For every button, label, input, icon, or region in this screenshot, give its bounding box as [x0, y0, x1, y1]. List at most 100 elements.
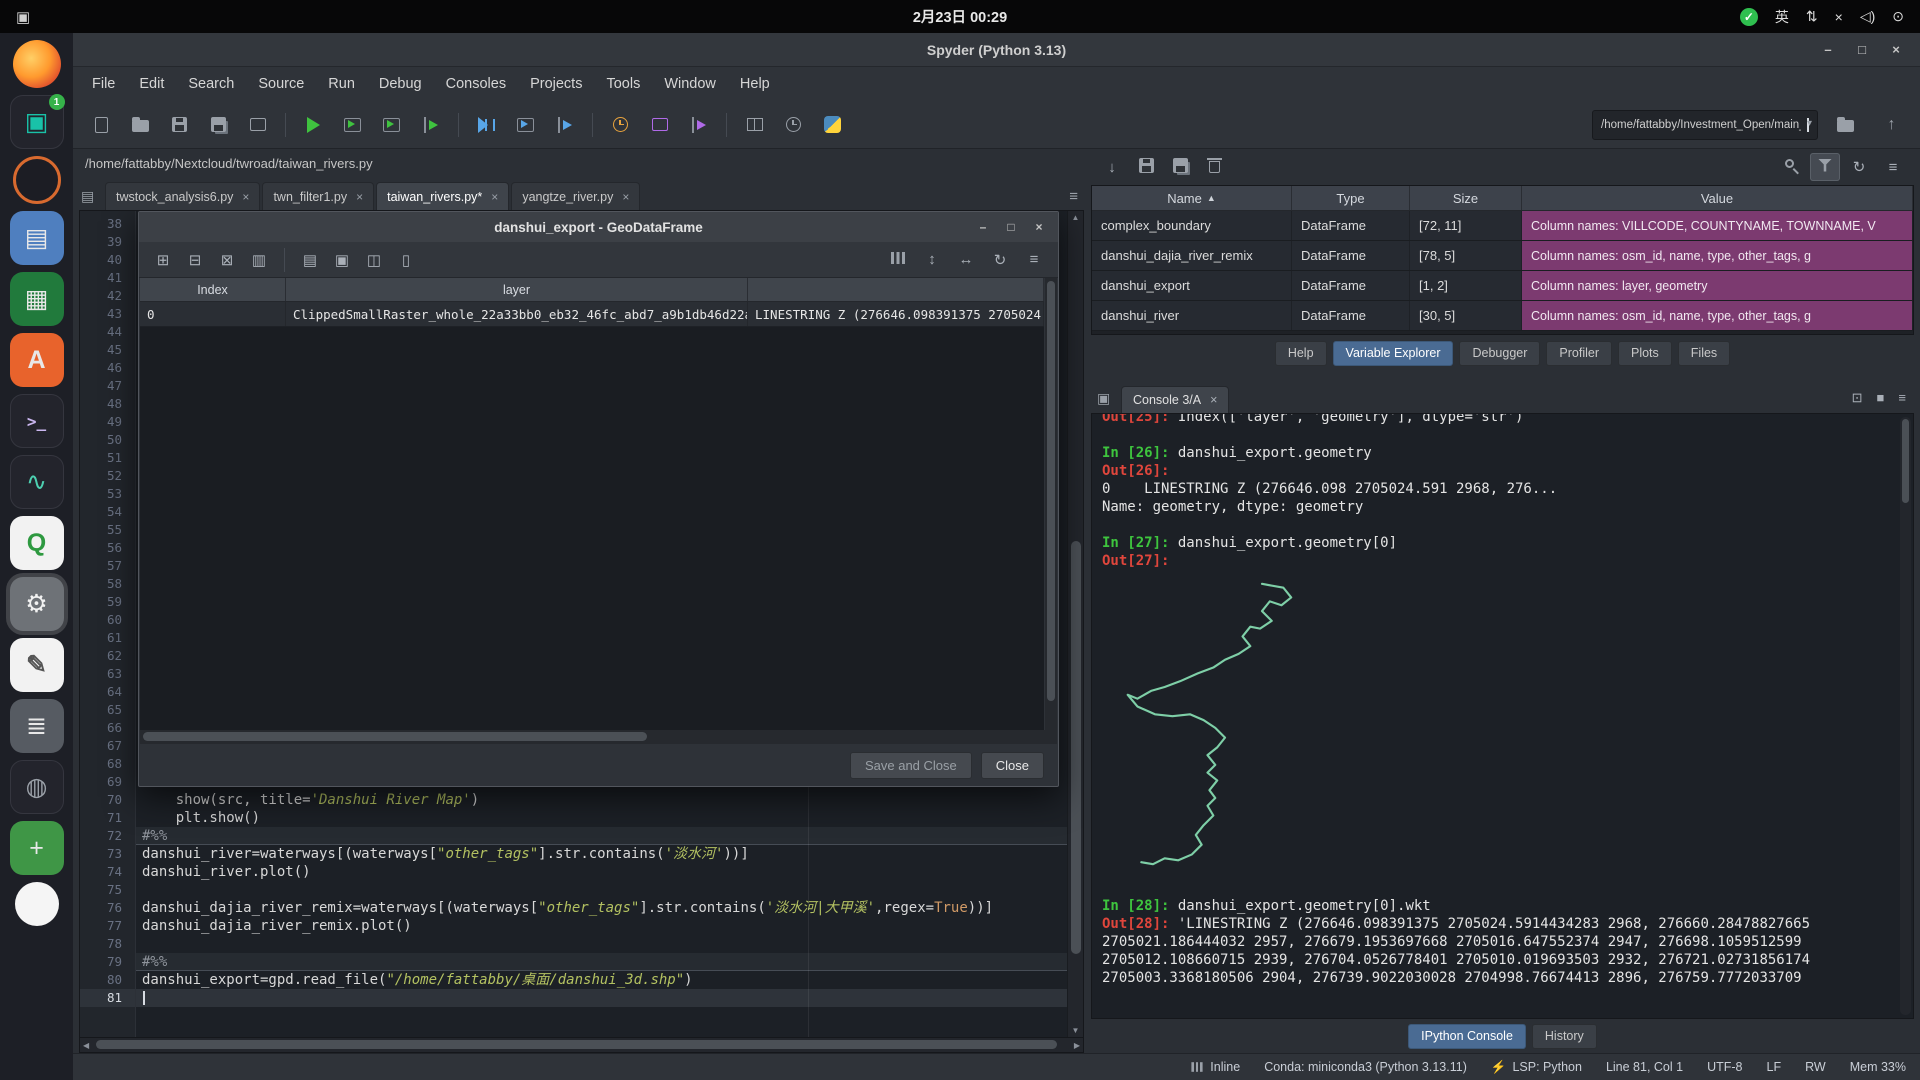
debug-file-button[interactable] [468, 106, 505, 143]
variable-row[interactable]: complex_boundaryDataFrame[72, 11]Column … [1092, 211, 1913, 241]
editor-tab[interactable]: yangtze_river.py× [511, 182, 640, 210]
software-center-icon[interactable] [13, 156, 61, 204]
insert-row-above-button[interactable]: ⊞ [149, 246, 177, 274]
window-titlebar[interactable]: Spyder (Python 3.13) –□× [73, 33, 1920, 67]
parent-directory-button[interactable]: ↑ [1873, 106, 1910, 143]
column-header-value[interactable]: Value [1522, 186, 1913, 210]
preferences-button[interactable] [775, 106, 812, 143]
settings-icon[interactable]: ⚙ [10, 577, 64, 631]
open-file-button[interactable] [122, 106, 159, 143]
menu-debug[interactable]: Debug [368, 72, 433, 96]
save-data-button[interactable] [1131, 153, 1161, 181]
insert-col-right-icon[interactable]: ▤ [303, 251, 317, 269]
power-icon[interactable]: ⊙ [1892, 8, 1904, 25]
debug-selection-button[interactable] [546, 106, 583, 143]
search-icon[interactable] [1785, 159, 1798, 176]
remove-variable-icon[interactable] [1209, 158, 1220, 177]
pythonpath-button[interactable] [814, 106, 851, 143]
remove-col-button[interactable]: ▯ [392, 246, 420, 274]
duplicate-row-icon[interactable]: ▣ [335, 251, 349, 269]
resize-rows-icon[interactable]: ↕ [928, 251, 936, 268]
debug-cell-button[interactable] [507, 106, 544, 143]
text-editor-icon[interactable]: ✎ [10, 638, 64, 692]
save-all-button[interactable] [200, 106, 237, 143]
histogram-button[interactable] [884, 246, 912, 274]
tab-profiler[interactable]: Profiler [1546, 341, 1612, 366]
variable-value-cell[interactable]: Column names: osm_id, name, type, other_… [1522, 301, 1913, 330]
row-index-cell[interactable]: 0 [140, 302, 286, 326]
filter-icon[interactable] [1818, 159, 1832, 176]
import-data-button[interactable]: ↓ [1097, 153, 1127, 181]
refresh-button[interactable]: ↻ [986, 246, 1014, 274]
variable-name-cell[interactable]: danshui_export [1092, 271, 1292, 300]
duplicate-row-button[interactable]: ▣ [328, 246, 356, 274]
maximize-button[interactable]: □ [1846, 37, 1878, 63]
console-output[interactable]: Out[25]: Index(['layer', 'geometry'], dt… [1091, 413, 1914, 1019]
variable-row[interactable]: danshui_dajia_river_remixDataFrame[78, 5… [1092, 241, 1913, 271]
run-selection-button[interactable] [412, 106, 449, 143]
tab-files[interactable]: Files [1678, 341, 1730, 366]
remove-row-icon[interactable]: ⊠ [221, 251, 234, 269]
accessibility-icon[interactable]: ⇅ [1806, 8, 1818, 25]
import-data-icon[interactable]: ↓ [1108, 159, 1116, 176]
editor-tab[interactable]: twn_filter1.py× [262, 182, 374, 210]
close-button[interactable]: × [1880, 37, 1912, 63]
variable-size-cell[interactable]: [78, 5] [1410, 241, 1522, 270]
insert-col-left-button[interactable]: ▥ [245, 246, 273, 274]
libreoffice-calc-icon[interactable]: ▦ [10, 272, 64, 326]
save-data-as-button[interactable] [1165, 153, 1195, 181]
close-icon[interactable]: × [491, 190, 498, 204]
dialog-horizontal-scrollbar[interactable] [140, 730, 1057, 744]
tab-variable-explorer[interactable]: Variable Explorer [1333, 341, 1454, 366]
layer-cell[interactable]: ClippedSmallRaster_whole_22a33bb0_eb32_4… [286, 302, 748, 326]
encoding-status[interactable]: UTF-8 [1707, 1060, 1742, 1074]
system-monitor-icon[interactable]: ∿ [10, 455, 64, 509]
browse-directory-button[interactable] [1827, 106, 1864, 143]
system-app-icon[interactable]: ▣ [16, 8, 30, 26]
insert-row-above-icon[interactable]: ⊞ [157, 251, 170, 269]
column-header-index[interactable]: Index [140, 278, 286, 301]
variable-row[interactable]: danshui_riverDataFrame[30, 5]Column name… [1092, 301, 1913, 331]
remove-variable-button[interactable] [1199, 153, 1229, 181]
interrupt-kernel-button[interactable]: ■ [1877, 390, 1885, 406]
database-icon[interactable]: ≣ [10, 699, 64, 753]
permissions-status[interactable]: RW [1805, 1060, 1826, 1074]
screencast-icon[interactable]: × [1835, 9, 1843, 25]
run-file-button[interactable] [295, 106, 332, 143]
tab-options-menu-icon[interactable]: ≡ [1069, 188, 1078, 205]
memory-status[interactable]: Mem 33% [1850, 1060, 1906, 1074]
variable-name-cell[interactable]: danshui_river [1092, 301, 1292, 330]
column-header-geometry[interactable] [748, 278, 1044, 301]
editor-tab[interactable]: twstock_analysis6.py× [105, 182, 260, 210]
editor-vertical-scrollbar[interactable]: ▲ ▼ [1067, 211, 1083, 1037]
variable-row[interactable]: danshui_exportDataFrame[1, 2]Column name… [1092, 271, 1913, 301]
variable-type-cell[interactable]: DataFrame [1292, 241, 1410, 270]
variable-type-cell[interactable]: DataFrame [1292, 211, 1410, 240]
variable-type-cell[interactable]: DataFrame [1292, 271, 1410, 300]
menu-file[interactable]: File [81, 72, 126, 96]
firefox-icon[interactable] [13, 40, 61, 88]
scrollbar-thumb[interactable] [143, 732, 647, 741]
browse-tabs-icon[interactable]: ▤ [81, 188, 94, 205]
scroll-left-icon[interactable]: ◀ [83, 1038, 89, 1052]
variable-value-cell[interactable]: Column names: VILLCODE, COUNTYNAME, TOWN… [1522, 211, 1913, 240]
insert-row-below-button[interactable]: ⊟ [181, 246, 209, 274]
cursor-position-status[interactable]: Line 81, Col 1 [1606, 1060, 1683, 1074]
find-in-files-button[interactable] [239, 106, 276, 143]
scrollbar-thumb[interactable] [1071, 541, 1081, 954]
format-code-button[interactable] [680, 106, 717, 143]
column-header-layer[interactable]: layer [286, 278, 748, 301]
editor-body[interactable]: 3839404142434445464748495051525354555657… [79, 210, 1084, 1038]
scroll-up-icon[interactable]: ▲ [1068, 213, 1083, 222]
search-button[interactable] [1776, 153, 1806, 181]
scroll-right-icon[interactable]: ▶ [1074, 1038, 1080, 1052]
insert-row-below-icon[interactable]: ⊟ [189, 251, 202, 269]
interpreter-status[interactable]: Conda: miniconda3 (Python 3.13.11) [1264, 1060, 1467, 1074]
refresh-icon[interactable]: ↻ [1853, 158, 1866, 176]
refresh-button[interactable]: ↻ [1844, 153, 1874, 181]
menu-window[interactable]: Window [653, 72, 727, 96]
console-scrollbar[interactable] [1900, 417, 1911, 1015]
maximize-pane-button[interactable]: ⊡ [1852, 390, 1863, 406]
maximize-button[interactable]: □ [998, 216, 1024, 238]
menu-help[interactable]: Help [729, 72, 781, 96]
